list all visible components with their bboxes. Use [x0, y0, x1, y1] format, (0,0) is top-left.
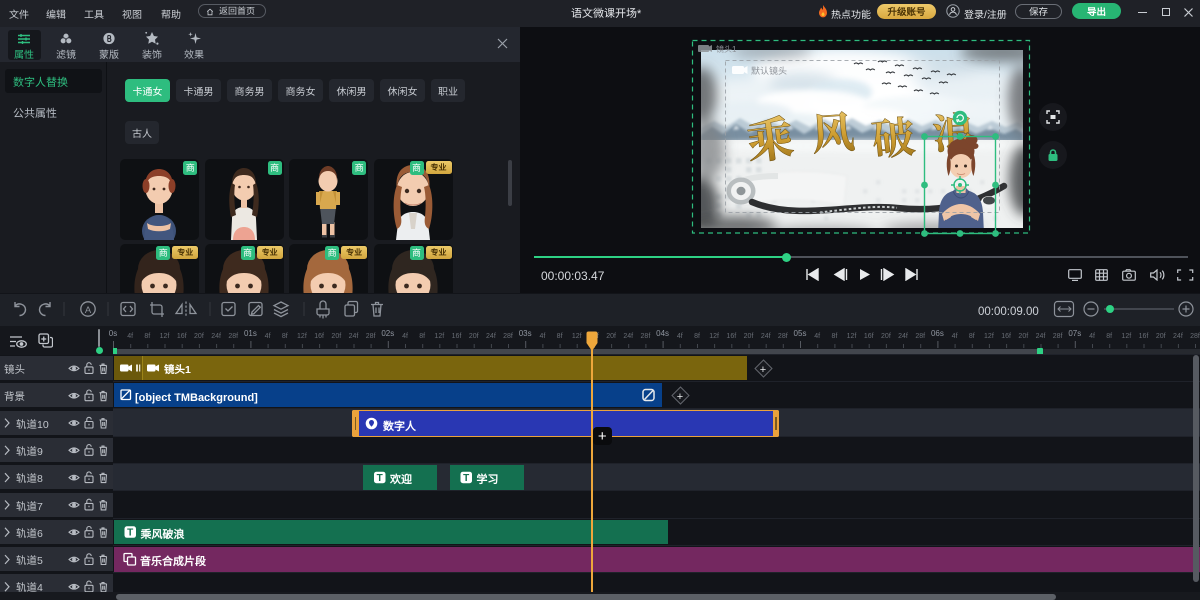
- svg-text:T: T: [127, 528, 133, 539]
- svg-text:T: T: [463, 473, 469, 484]
- svg-text:T: T: [377, 473, 383, 484]
